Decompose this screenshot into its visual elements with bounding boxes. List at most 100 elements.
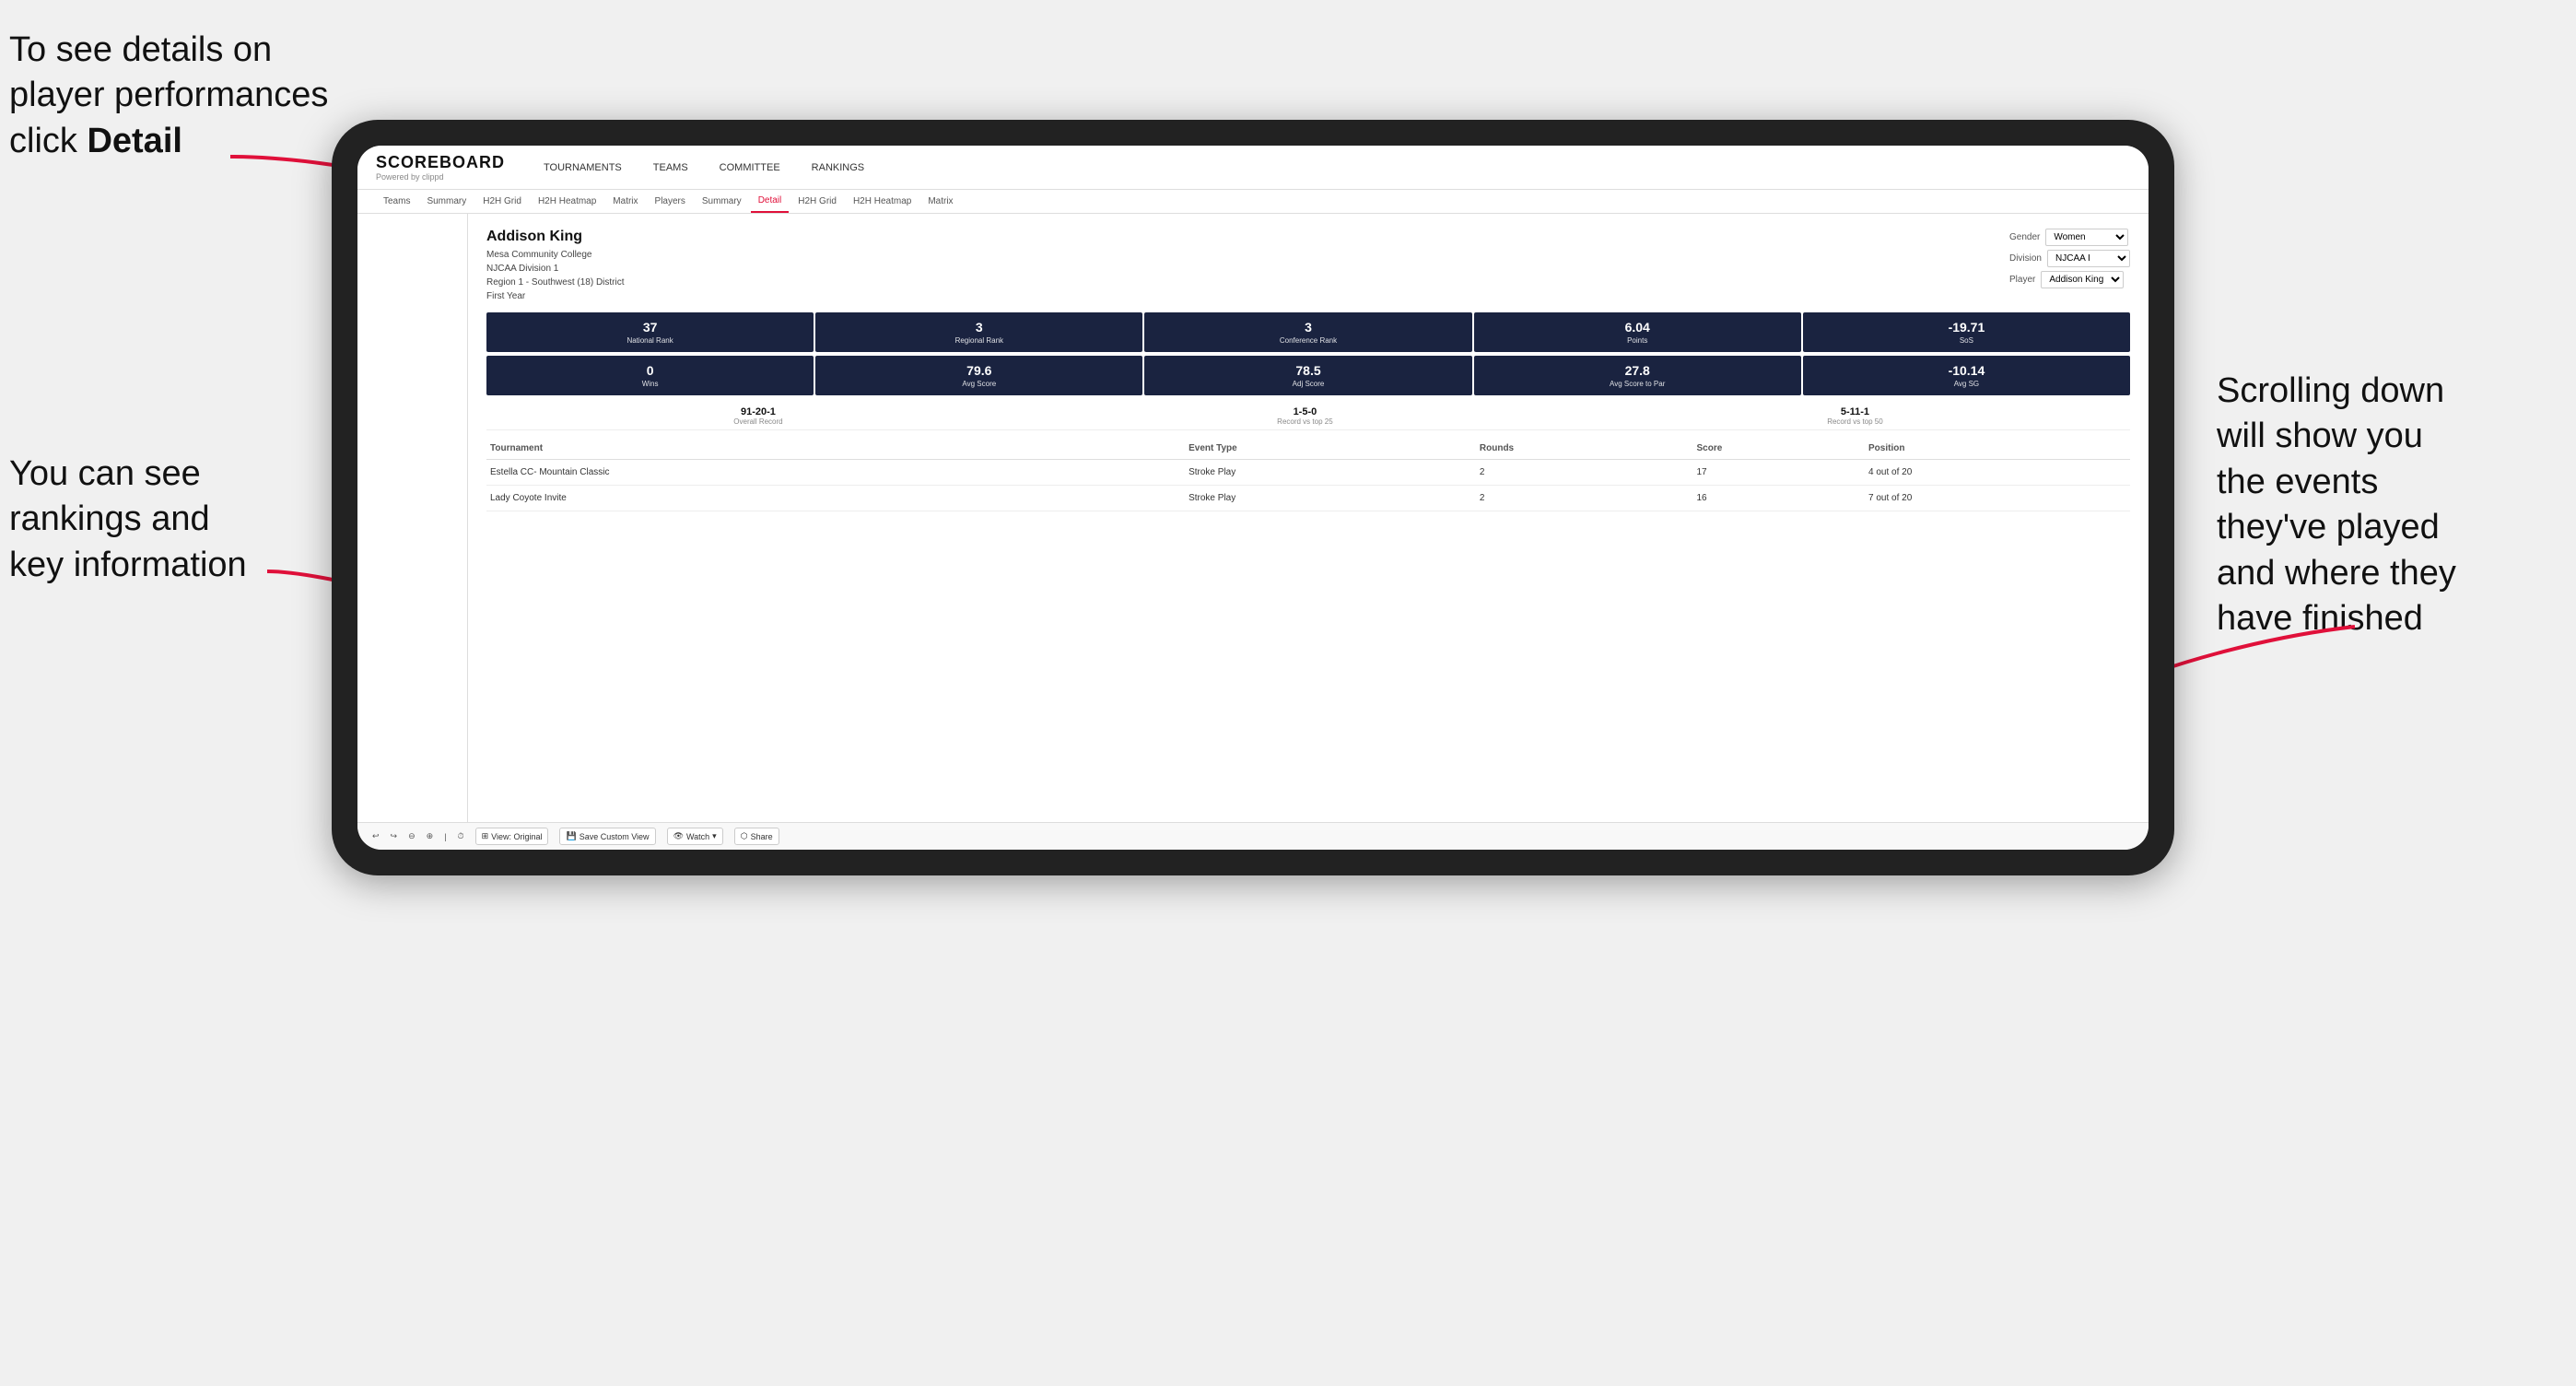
player-filter-row: Player Addison King: [2009, 271, 2130, 288]
stat-national-rank: 37 National Rank: [486, 312, 814, 352]
subnav-detail[interactable]: Detail: [751, 190, 790, 213]
annotation-r3: the events: [2217, 463, 2378, 501]
view-original-button[interactable]: ⊞ View: Original: [475, 828, 549, 845]
player-region: Region 1 - Southwest (18) District: [486, 276, 625, 289]
toolbar-divider: |: [444, 832, 446, 841]
save-custom-label: Save Custom View: [580, 832, 650, 841]
subnav-h2h-heatmap2[interactable]: H2H Heatmap: [846, 191, 919, 212]
col-position: Position: [1865, 438, 2130, 460]
toolbar-undo[interactable]: ↩: [372, 831, 380, 841]
national-rank-label: National Rank: [492, 336, 808, 345]
annotation-bl2: rankings and: [9, 499, 210, 538]
tournament-name-2: Lady Coyote Invite: [486, 486, 1146, 511]
subnav-players[interactable]: Players: [648, 191, 693, 212]
subnav-teams[interactable]: Teams: [376, 191, 417, 212]
points-label: Points: [1480, 336, 1796, 345]
share-button[interactable]: ⬡ Share: [734, 828, 779, 845]
top25-record-label: Record vs top 25: [1277, 417, 1332, 426]
toolbar-zoom-out[interactable]: ⊖: [408, 831, 416, 841]
stat-regional-rank: 3 Regional Rank: [815, 312, 1142, 352]
tablet: SCOREBOARD Powered by clippd TOURNAMENTS…: [332, 120, 2174, 875]
col-event-type: Event Type: [1185, 438, 1476, 460]
subnav-summary[interactable]: Summary: [419, 191, 474, 212]
tournament-table: Tournament Event Type Rounds Score Posit…: [486, 438, 2130, 511]
subnav-matrix[interactable]: Matrix: [605, 191, 645, 212]
annotation-topleft-bold: Detail: [87, 122, 181, 160]
table-row: Lady Coyote Invite Stroke Play 2 16 7 ou…: [486, 486, 2130, 511]
annotation-r1: Scrolling down: [2217, 371, 2444, 410]
top50-record-value: 5-11-1: [1827, 406, 1882, 417]
annotation-right: Scrolling down will show you the events …: [2217, 369, 2567, 641]
player-division: NJCAA Division 1: [486, 262, 625, 276]
save-custom-button[interactable]: 💾 Save Custom View: [559, 828, 655, 845]
position-1: 4 out of 20: [1865, 460, 2130, 486]
col-spacer: [1146, 438, 1185, 460]
chevron-down-icon: ▾: [712, 831, 717, 841]
toolbar-zoom-in[interactable]: ⊕: [427, 831, 434, 841]
player-select[interactable]: Addison King: [2041, 271, 2124, 288]
records-row: 91-20-1 Overall Record 1-5-0 Record vs t…: [486, 403, 2130, 430]
top25-record: 1-5-0 Record vs top 25: [1277, 406, 1332, 426]
avg-score-par-value: 27.8: [1480, 363, 1796, 378]
subnav-summary2[interactable]: Summary: [695, 191, 749, 212]
sos-label: SoS: [1809, 336, 2125, 345]
stats-row2: 0 Wins 79.6 Avg Score 78.5 Adj Score 27.…: [486, 356, 2130, 395]
view-original-icon: ⊞: [482, 831, 489, 841]
top50-record-label: Record vs top 50: [1827, 417, 1882, 426]
sos-value: -19.71: [1809, 320, 2125, 335]
rounds-2: 2: [1476, 486, 1693, 511]
adj-score-value: 78.5: [1150, 363, 1466, 378]
annotation-r5: and where they: [2217, 554, 2456, 593]
col-tournament: Tournament: [486, 438, 1146, 460]
eye-icon: 👁: [673, 831, 684, 841]
avg-sg-label: Avg SG: [1809, 380, 2125, 388]
regional-rank-label: Regional Rank: [821, 336, 1137, 345]
division-filter-row: Division NJCAA I: [2009, 250, 2130, 267]
stat-points: 6.04 Points: [1474, 312, 1801, 352]
save-icon: 💾: [566, 831, 576, 841]
subnav-h2h-heatmap[interactable]: H2H Heatmap: [531, 191, 603, 212]
player-header: Addison King Mesa Community College NJCA…: [486, 229, 2130, 303]
annotation-r4: they've played: [2217, 508, 2440, 546]
adj-score-label: Adj Score: [1150, 380, 1466, 388]
rounds-1: 2: [1476, 460, 1693, 486]
share-icon: ⬡: [741, 831, 748, 841]
avg-score-value: 79.6: [821, 363, 1137, 378]
gender-select[interactable]: Women: [2045, 229, 2128, 246]
content-area: Addison King Mesa Community College NJCA…: [468, 214, 2149, 822]
stat-avg-score: 79.6 Avg Score: [815, 356, 1142, 395]
nav-teams[interactable]: TEAMS: [651, 159, 690, 177]
table-row: Estella CC- Mountain Classic Stroke Play…: [486, 460, 2130, 486]
stat-adj-score: 78.5 Adj Score: [1144, 356, 1471, 395]
player-filters: Gender Women Division NJCAA I: [2009, 229, 2130, 288]
points-value: 6.04: [1480, 320, 1796, 335]
nav-committee[interactable]: COMMITTEE: [718, 159, 782, 177]
player-college: Mesa Community College: [486, 248, 625, 262]
player-name: Addison King: [486, 229, 625, 245]
nav-tournaments[interactable]: TOURNAMENTS: [542, 159, 624, 177]
share-label: Share: [751, 832, 773, 841]
event-type-2: Stroke Play: [1185, 486, 1476, 511]
sub-nav: Teams Summary H2H Grid H2H Heatmap Matri…: [357, 190, 2149, 214]
gender-label: Gender: [2009, 232, 2040, 242]
bottom-toolbar: ↩ ↪ ⊖ ⊕ | ⏱ ⊞ View: Original 💾 Save Cust…: [357, 822, 2149, 850]
stat-sos: -19.71 SoS: [1803, 312, 2130, 352]
subnav-h2h-grid2[interactable]: H2H Grid: [790, 191, 844, 212]
wins-label: Wins: [492, 380, 808, 388]
stat-avg-sg: -10.14 Avg SG: [1803, 356, 2130, 395]
logo-main: SCOREBOARD: [376, 153, 505, 172]
division-select[interactable]: NJCAA I: [2047, 250, 2130, 267]
toolbar-redo[interactable]: ↪: [391, 831, 398, 841]
subnav-matrix2[interactable]: Matrix: [920, 191, 960, 212]
regional-rank-value: 3: [821, 320, 1137, 335]
conference-rank-value: 3: [1150, 320, 1466, 335]
subnav-h2h-grid[interactable]: H2H Grid: [475, 191, 529, 212]
nav-rankings[interactable]: RANKINGS: [810, 159, 866, 177]
top-nav: SCOREBOARD Powered by clippd TOURNAMENTS…: [357, 146, 2149, 190]
main-content: Addison King Mesa Community College NJCA…: [357, 214, 2149, 822]
watch-button[interactable]: 👁 Watch ▾: [667, 828, 723, 845]
sidebar: [357, 214, 468, 822]
score-1: 17: [1692, 460, 1865, 486]
view-original-label: View: Original: [491, 832, 542, 841]
annotation-bl1: You can see: [9, 454, 201, 493]
